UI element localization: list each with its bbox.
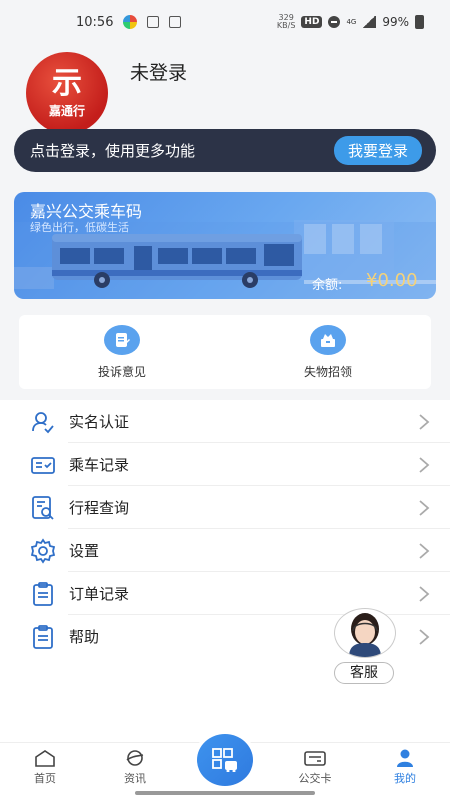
chevron-right-icon <box>419 457 430 473</box>
settings-menu: 实名认证 乘车记录 行程查询 设置 订单记录 帮助 <box>0 400 450 742</box>
home-icon <box>35 750 55 767</box>
tab-home[interactable]: 首页 <box>0 743 90 800</box>
menu-item-ride-record[interactable]: 乘车记录 <box>0 443 450 486</box>
bus-card-subtitle: 绿色出行，低碳生活 <box>30 221 129 234</box>
menu-item-settings[interactable]: 设置 <box>0 529 450 572</box>
chevron-right-icon <box>419 586 430 602</box>
signal-icon <box>362 16 377 28</box>
chevron-right-icon <box>419 414 430 430</box>
hd-badge: HD <box>301 16 323 28</box>
battery-percent: 99% <box>382 15 409 29</box>
menu-item-real-name[interactable]: 实名认证 <box>0 400 450 443</box>
scan-qr-button[interactable] <box>194 729 256 791</box>
tab-label: 我的 <box>394 772 416 785</box>
customer-service-label: 客服 <box>334 662 394 684</box>
battery-icon <box>415 15 424 29</box>
menu-label: 设置 <box>69 542 100 560</box>
ride-record-icon <box>30 452 56 478</box>
customer-service-float[interactable]: 客服 <box>334 608 398 686</box>
tab-label: 资讯 <box>124 772 146 785</box>
app-notification-icon <box>123 15 138 29</box>
order-clipboard-icon <box>30 581 56 607</box>
tab-label: 首页 <box>34 772 56 785</box>
status-time: 10:56 <box>76 14 114 30</box>
menu-label: 实名认证 <box>69 413 130 431</box>
service-label: 投诉意见 <box>97 364 146 379</box>
image-icon <box>169 16 182 28</box>
customer-service-avatar <box>334 608 396 658</box>
qr-bus-icon <box>212 748 237 772</box>
bus-ride-code-card[interactable]: 嘉兴公交乘车码 绿色出行，低碳生活 余额: ¥0.00 <box>14 192 436 299</box>
service-complaint[interactable]: 投诉意见 <box>19 315 225 389</box>
tab-label: 公交卡 <box>298 772 332 785</box>
chevron-right-icon <box>419 500 430 516</box>
user-verify-icon <box>30 409 56 435</box>
edit-icon <box>104 324 140 355</box>
network-speed: 329 KB/S <box>276 13 296 30</box>
news-icon <box>126 750 144 766</box>
menu-label: 乘车记录 <box>69 456 130 474</box>
status-bar: 10:56 329 KB/S HD 4G 99% <box>0 0 450 44</box>
do-not-disturb-icon <box>328 16 341 28</box>
chevron-right-icon <box>419 543 430 559</box>
menu-label: 订单记录 <box>69 585 130 603</box>
login-banner-text: 点击登录，使用更多功能 <box>30 142 196 160</box>
gear-icon <box>30 537 56 564</box>
quick-services: 投诉意见 失物招领 <box>19 315 431 389</box>
network-type: 4G <box>346 18 357 26</box>
login-button[interactable]: 我要登录 <box>333 136 422 165</box>
chevron-right-icon <box>419 629 430 645</box>
menu-label: 帮助 <box>69 628 100 646</box>
menu-item-trip-search[interactable]: 行程查询 <box>0 486 450 529</box>
tab-mine[interactable]: 我的 <box>360 743 450 800</box>
lost-found-icon <box>310 324 346 355</box>
download-icon <box>147 16 160 28</box>
bus-card-icon <box>304 751 326 766</box>
trip-search-icon <box>30 495 56 521</box>
service-label: 失物招领 <box>303 364 352 379</box>
service-lost-found[interactable]: 失物招领 <box>225 315 431 389</box>
username[interactable]: 未登录 <box>130 58 187 85</box>
login-banner[interactable]: 点击登录，使用更多功能 我要登录 <box>14 129 436 172</box>
help-clipboard-icon <box>30 624 56 650</box>
balance-value: ¥0.00 <box>366 270 418 291</box>
balance-label: 余额: <box>312 278 343 293</box>
menu-label: 行程查询 <box>69 499 130 517</box>
home-indicator[interactable] <box>135 791 315 795</box>
user-icon <box>397 749 413 767</box>
logo-text: 嘉通行 <box>48 103 85 118</box>
app-logo[interactable]: 示 嘉通行 <box>26 52 108 134</box>
logo-glyph: 示 <box>52 65 82 101</box>
